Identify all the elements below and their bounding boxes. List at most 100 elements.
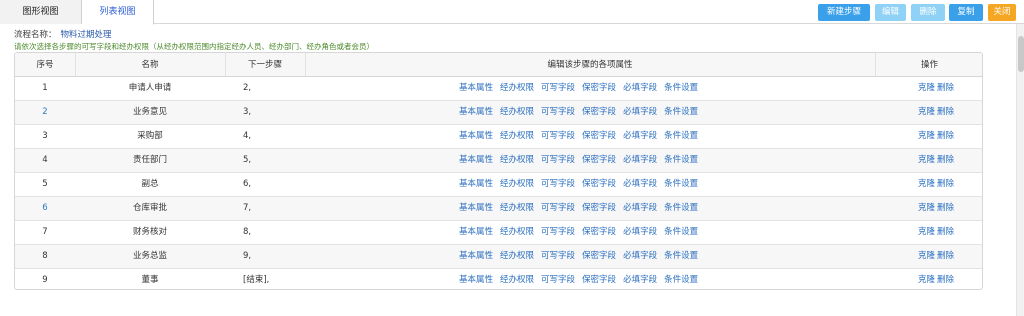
basic-properties-link[interactable]: 基本属性	[459, 107, 493, 117]
row-operations: 克隆 删除	[901, 245, 971, 268]
required-fields-link[interactable]: 必填字段	[623, 107, 657, 117]
required-fields-link[interactable]: 必填字段	[623, 251, 657, 261]
row-operations: 克隆 删除	[901, 149, 971, 172]
clone-link[interactable]: 克隆	[918, 179, 935, 189]
secret-fields-link[interactable]: 保密字段	[582, 155, 616, 165]
basic-properties-link[interactable]: 基本属性	[459, 131, 493, 141]
writable-fields-link[interactable]: 可写字段	[541, 203, 575, 213]
delete-button[interactable]: 删除	[911, 4, 945, 21]
writable-fields-link[interactable]: 可写字段	[541, 83, 575, 93]
condition-settings-link[interactable]: 条件设置	[664, 131, 698, 141]
condition-settings-link[interactable]: 条件设置	[664, 227, 698, 237]
writable-fields-link[interactable]: 可写字段	[541, 107, 575, 117]
required-fields-link[interactable]: 必填字段	[623, 83, 657, 93]
basic-properties-link[interactable]: 基本属性	[459, 179, 493, 189]
condition-settings-link[interactable]: 条件设置	[664, 275, 698, 285]
row-index: 9	[42, 275, 48, 285]
delete-link[interactable]: 删除	[937, 179, 954, 189]
basic-properties-link[interactable]: 基本属性	[459, 83, 493, 93]
condition-settings-link[interactable]: 条件设置	[664, 203, 698, 213]
secret-fields-link[interactable]: 保密字段	[582, 275, 616, 285]
clone-link[interactable]: 克隆	[918, 155, 935, 165]
writable-fields-link[interactable]: 可写字段	[541, 227, 575, 237]
handle-permission-link[interactable]: 经办权限	[500, 131, 534, 141]
condition-settings-link[interactable]: 条件设置	[664, 107, 698, 117]
condition-settings-link[interactable]: 条件设置	[664, 179, 698, 189]
close-button[interactable]: 关闭	[988, 4, 1016, 21]
secret-fields-link[interactable]: 保密字段	[582, 251, 616, 261]
row-attribute-links: 基本属性 经办权限 可写字段 保密字段 必填字段 条件设置	[459, 101, 739, 124]
clone-link[interactable]: 克隆	[918, 107, 935, 117]
edit-button[interactable]: 编辑	[875, 4, 906, 21]
delete-link[interactable]: 删除	[937, 107, 954, 117]
row-next-step: 4,	[243, 131, 252, 141]
basic-properties-link[interactable]: 基本属性	[459, 227, 493, 237]
new-step-button[interactable]: 新建步骤	[818, 4, 870, 21]
header-name: 名称	[141, 60, 159, 70]
basic-properties-link[interactable]: 基本属性	[459, 251, 493, 261]
required-fields-link[interactable]: 必填字段	[623, 131, 657, 141]
secret-fields-link[interactable]: 保密字段	[582, 131, 616, 141]
header-operations: 操作	[920, 60, 938, 70]
delete-link[interactable]: 删除	[937, 275, 954, 285]
row-next-step: 7,	[243, 203, 252, 213]
delete-link[interactable]: 删除	[937, 155, 954, 165]
hint-text: 请依次选择各步骤的可写字段和经办权限（从经办权限范围内指定经办人员、经办部门、经…	[14, 42, 374, 51]
writable-fields-link[interactable]: 可写字段	[541, 251, 575, 261]
handle-permission-link[interactable]: 经办权限	[500, 203, 534, 213]
required-fields-link[interactable]: 必填字段	[623, 155, 657, 165]
secret-fields-link[interactable]: 保密字段	[582, 227, 616, 237]
copy-button[interactable]: 复制	[949, 4, 983, 21]
handle-permission-link[interactable]: 经办权限	[500, 251, 534, 261]
delete-link[interactable]: 删除	[937, 251, 954, 261]
condition-settings-link[interactable]: 条件设置	[664, 83, 698, 93]
secret-fields-link[interactable]: 保密字段	[582, 83, 616, 93]
handle-permission-link[interactable]: 经办权限	[500, 155, 534, 165]
scrollbar-thumb[interactable]	[1018, 36, 1024, 72]
secret-fields-link[interactable]: 保密字段	[582, 179, 616, 189]
secret-fields-link[interactable]: 保密字段	[582, 203, 616, 213]
top-bar: 图形视图 列表视图 新建步骤 编辑 删除 复制 关闭	[0, 0, 1024, 25]
clone-link[interactable]: 克隆	[918, 203, 935, 213]
row-operations: 克隆 删除	[901, 269, 971, 289]
row-operations: 克隆 删除	[901, 221, 971, 244]
tab-list-view[interactable]: 列表视图	[82, 0, 154, 25]
basic-properties-link[interactable]: 基本属性	[459, 155, 493, 165]
handle-permission-link[interactable]: 经办权限	[500, 275, 534, 285]
clone-link[interactable]: 克隆	[918, 251, 935, 261]
row-name: 业务意见	[132, 107, 167, 117]
required-fields-link[interactable]: 必填字段	[623, 275, 657, 285]
row-next-step: 3,	[243, 107, 252, 117]
secret-fields-link[interactable]: 保密字段	[582, 107, 616, 117]
table-header: 序号 名称 下一步骤 编辑该步骤的各项属性 操作	[15, 53, 982, 77]
clone-link[interactable]: 克隆	[918, 131, 935, 141]
clone-link[interactable]: 克隆	[918, 83, 935, 93]
delete-link[interactable]: 删除	[937, 131, 954, 141]
writable-fields-link[interactable]: 可写字段	[541, 155, 575, 165]
required-fields-link[interactable]: 必填字段	[623, 203, 657, 213]
writable-fields-link[interactable]: 可写字段	[541, 131, 575, 141]
clone-link[interactable]: 克隆	[918, 275, 935, 285]
condition-settings-link[interactable]: 条件设置	[664, 155, 698, 165]
required-fields-link[interactable]: 必填字段	[623, 227, 657, 237]
handle-permission-link[interactable]: 经办权限	[500, 179, 534, 189]
vertical-scrollbar[interactable]	[1016, 24, 1024, 316]
delete-link[interactable]: 删除	[937, 227, 954, 237]
tab-graph-view[interactable]: 图形视图	[0, 0, 82, 24]
required-fields-link[interactable]: 必填字段	[623, 179, 657, 189]
handle-permission-link[interactable]: 经办权限	[500, 227, 534, 237]
condition-settings-link[interactable]: 条件设置	[664, 251, 698, 261]
writable-fields-link[interactable]: 可写字段	[541, 179, 575, 189]
row-index: 1	[42, 83, 48, 93]
clone-link[interactable]: 克隆	[918, 227, 935, 237]
handle-permission-link[interactable]: 经办权限	[500, 83, 534, 93]
handle-permission-link[interactable]: 经办权限	[500, 107, 534, 117]
row-attribute-links: 基本属性 经办权限 可写字段 保密字段 必填字段 条件设置	[459, 245, 739, 268]
writable-fields-link[interactable]: 可写字段	[541, 275, 575, 285]
row-next-step: 2,	[243, 83, 252, 93]
basic-properties-link[interactable]: 基本属性	[459, 275, 493, 285]
delete-link[interactable]: 删除	[937, 83, 954, 93]
basic-properties-link[interactable]: 基本属性	[459, 203, 493, 213]
row-attribute-links: 基本属性 经办权限 可写字段 保密字段 必填字段 条件设置	[459, 149, 739, 172]
delete-link[interactable]: 删除	[937, 203, 954, 213]
